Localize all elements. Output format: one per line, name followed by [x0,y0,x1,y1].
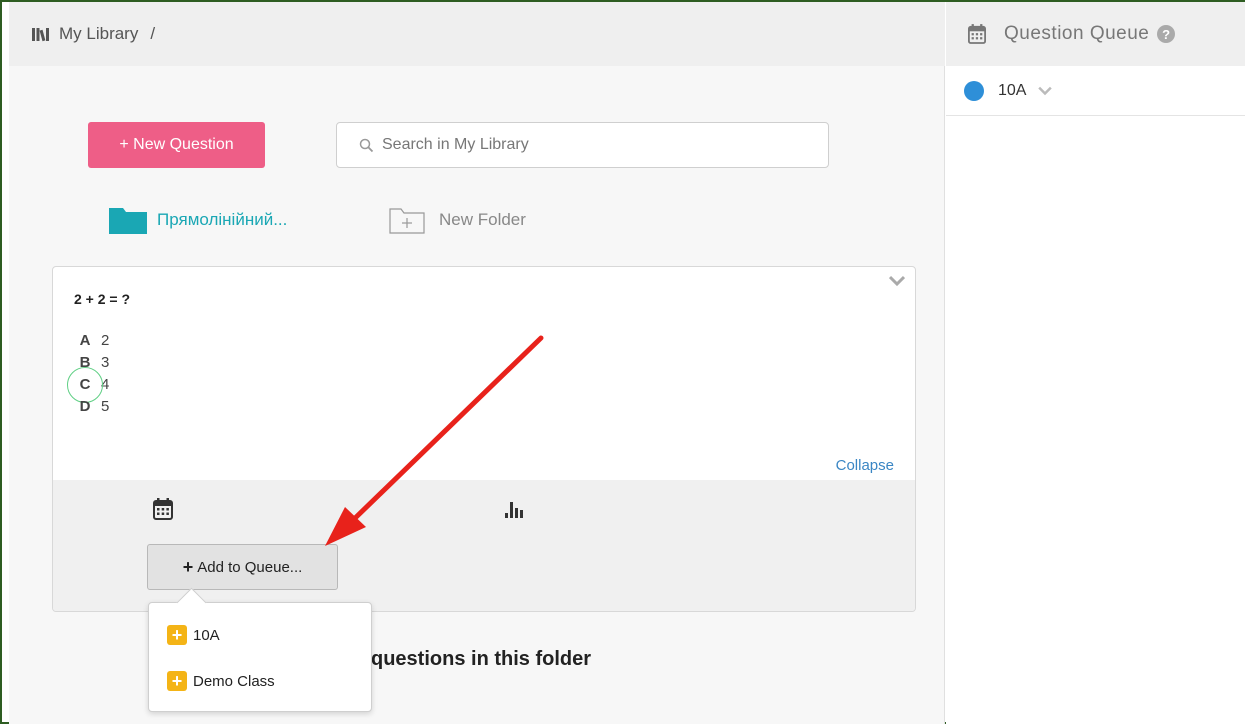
annotation-arrow [325,335,544,546]
